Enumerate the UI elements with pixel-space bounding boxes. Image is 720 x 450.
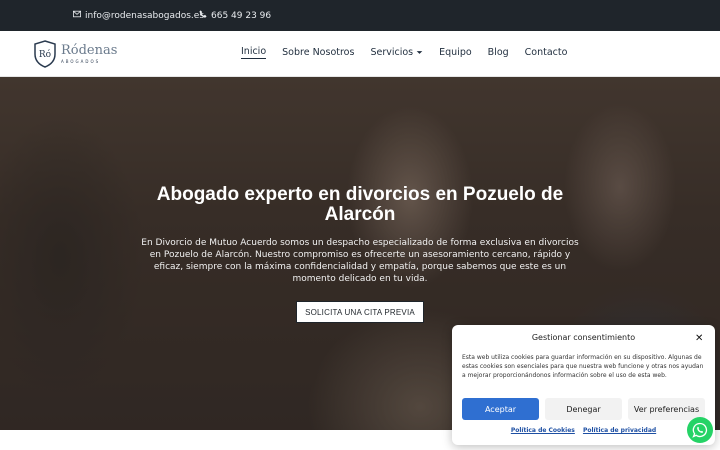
email-link[interactable]: info@rodenasabogados.es [73, 10, 204, 21]
svg-text:Ró: Ró [39, 49, 51, 60]
main-nav: Inicio Sobre Nosotros Servicios Equipo B… [241, 46, 583, 59]
top-contact-bar: info@rodenasabogados.es 665 49 23 96 [0, 0, 720, 31]
cookie-consent-panel: Gestionar consentimiento ✕ Esta web util… [452, 325, 715, 445]
hero-title: Abogado experto en divorcios en Pozuelo … [156, 184, 564, 225]
nav-item-sobre-nosotros[interactable]: Sobre Nosotros [282, 47, 354, 58]
phone-icon [199, 10, 207, 21]
site-header: Ró Ródenas ABOGADOS Inicio Sobre Nosotro… [0, 31, 720, 77]
privacy-policy-link[interactable]: Política de privacidad [583, 427, 656, 434]
brand-subtitle: ABOGADOS [61, 59, 101, 64]
accept-button[interactable]: Aceptar [462, 398, 539, 420]
deny-button[interactable]: Denegar [545, 398, 622, 420]
cookie-text: Esta web utiliza cookies para guardar in… [462, 354, 704, 379]
logo[interactable]: Ró Ródenas ABOGADOS [33, 40, 117, 68]
nav-item-servicios[interactable]: Servicios [370, 47, 423, 58]
close-icon[interactable]: ✕ [695, 333, 703, 344]
nav-item-blog[interactable]: Blog [488, 47, 509, 58]
chevron-down-icon [416, 51, 423, 54]
whatsapp-button[interactable] [687, 417, 713, 443]
cookie-links: Política de Cookies Política de privacid… [452, 427, 715, 434]
phone-link[interactable]: 665 49 23 96 [199, 10, 271, 21]
book-appointment-button[interactable]: SOLICITA UNA CITA PREVIA [296, 301, 424, 323]
mail-icon [73, 10, 81, 21]
nav-item-contacto[interactable]: Contacto [525, 47, 568, 58]
cookie-title: Gestionar consentimiento [531, 333, 636, 342]
nav-item-inicio[interactable]: Inicio [241, 46, 267, 59]
email-text: info@rodenasabogados.es [85, 10, 205, 21]
brand-name: Ródenas [61, 43, 118, 58]
nav-item-equipo[interactable]: Equipo [439, 47, 472, 58]
preferences-button[interactable]: Ver preferencias [628, 398, 705, 420]
phone-text: 665 49 23 96 [211, 10, 272, 21]
hero-description: En Divorcio de Mutuo Acuerdo somos un de… [141, 238, 579, 284]
cookie-policy-link[interactable]: Política de Cookies [511, 427, 575, 434]
shield-logo-icon: Ró [34, 40, 56, 68]
nav-item-servicios-label: Servicios [370, 47, 414, 58]
whatsapp-icon [692, 422, 708, 438]
